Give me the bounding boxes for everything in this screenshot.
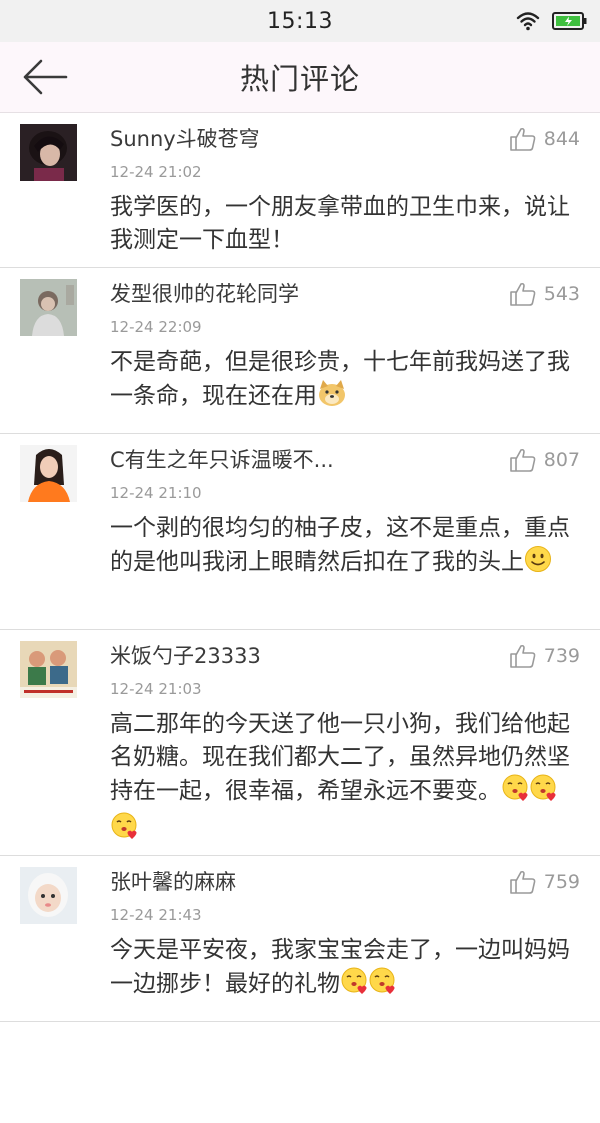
username[interactable]: 张叶馨的麻麻 <box>110 866 236 896</box>
status-bar: 15:13 <box>0 0 600 42</box>
comment-text: 不是奇葩，但是很珍贵，十七年前我妈送了我一条命，现在还在用 <box>110 346 570 417</box>
wifi-icon <box>516 11 540 35</box>
like-button[interactable]: 739 <box>509 644 580 668</box>
username[interactable]: Sunny斗破苍穹 <box>110 123 260 153</box>
timestamp: 12-24 21:10 <box>110 484 202 502</box>
thumbs-up-icon <box>509 127 536 151</box>
like-count: 543 <box>543 283 580 305</box>
doge-emoji-icon <box>317 379 347 417</box>
timestamp: 12-24 21:43 <box>110 906 202 924</box>
comment-text: 我学医的，一个朋友拿带血的卫生巾来，说让我测定一下血型！ <box>110 191 570 257</box>
username[interactable]: C有生之年只诉温暖不... <box>110 444 334 474</box>
smile-emoji-icon <box>524 545 552 583</box>
comment-body: 我学医的，一个朋友拿带血的卫生巾来，说让我测定一下血型！ <box>110 194 570 253</box>
like-button[interactable]: 844 <box>509 127 580 151</box>
comment-text: 高二那年的今天送了他一只小狗，我们给他起名奶糖。现在我们都大二了，虽然异地仍然坚… <box>110 708 570 850</box>
timestamp: 12-24 21:02 <box>110 163 202 181</box>
comment-list: Sunny斗破苍穹 12-24 21:02 844 我学医的，一个朋友拿带血的卫… <box>0 113 600 1022</box>
like-button[interactable]: 807 <box>509 448 580 472</box>
kiss-emoji-icon <box>501 774 529 812</box>
like-button[interactable]: 543 <box>509 282 580 306</box>
status-time: 15:13 <box>267 8 333 34</box>
avatar[interactable] <box>20 641 77 698</box>
thumbs-up-icon <box>509 870 536 894</box>
kiss-emoji-icon <box>529 774 557 812</box>
back-arrow-icon <box>23 59 68 95</box>
comment-body: 一个剥的很均匀的柚子皮，这不是重点，重点的是他叫我闭上眼睛然后扣在了我的头上 <box>110 515 570 575</box>
kiss-emoji-icon <box>340 967 368 1005</box>
thumbs-up-icon <box>509 448 536 472</box>
back-button[interactable] <box>22 58 68 96</box>
comment-item: C有生之年只诉温暖不... 12-24 21:10 807 一个剥的很均匀的柚子… <box>0 434 600 630</box>
comment-text: 今天是平安夜，我家宝宝会走了，一边叫妈妈一边挪步！最好的礼物 <box>110 934 570 1005</box>
comment-item: Sunny斗破苍穹 12-24 21:02 844 我学医的，一个朋友拿带血的卫… <box>0 113 600 268</box>
comment-item: 发型很帅的花轮同学 12-24 22:09 543 不是奇葩，但是很珍贵，十七年… <box>0 268 600 434</box>
page-title: 热门评论 <box>239 62 360 96</box>
avatar[interactable] <box>20 867 77 924</box>
kiss-emoji-icon <box>368 967 396 1005</box>
avatar[interactable] <box>20 445 77 502</box>
like-button[interactable]: 759 <box>509 870 580 894</box>
thumbs-up-icon <box>509 644 536 668</box>
thumbs-up-icon <box>509 282 536 306</box>
avatar[interactable] <box>20 279 77 336</box>
like-count: 807 <box>543 449 580 471</box>
kiss-emoji-icon <box>110 812 138 850</box>
username[interactable]: 发型很帅的花轮同学 <box>110 278 299 308</box>
comment-item: 张叶馨的麻麻 12-24 21:43 759 今天是平安夜，我家宝宝会走了，一边… <box>0 856 600 1022</box>
like-count: 844 <box>543 128 580 150</box>
username[interactable]: 米饭勺子23333 <box>110 640 261 670</box>
comment-item: 米饭勺子23333 12-24 21:03 739 高二那年的今天送了他一只小狗… <box>0 630 600 856</box>
nav-bar: 热门评论 <box>0 42 600 113</box>
avatar[interactable] <box>20 124 77 181</box>
comment-text: 一个剥的很均匀的柚子皮，这不是重点，重点的是他叫我闭上眼睛然后扣在了我的头上 <box>110 512 570 583</box>
like-count: 759 <box>543 871 580 893</box>
like-count: 739 <box>543 645 580 667</box>
battery-icon <box>552 12 588 34</box>
timestamp: 12-24 22:09 <box>110 318 202 336</box>
timestamp: 12-24 21:03 <box>110 680 202 698</box>
